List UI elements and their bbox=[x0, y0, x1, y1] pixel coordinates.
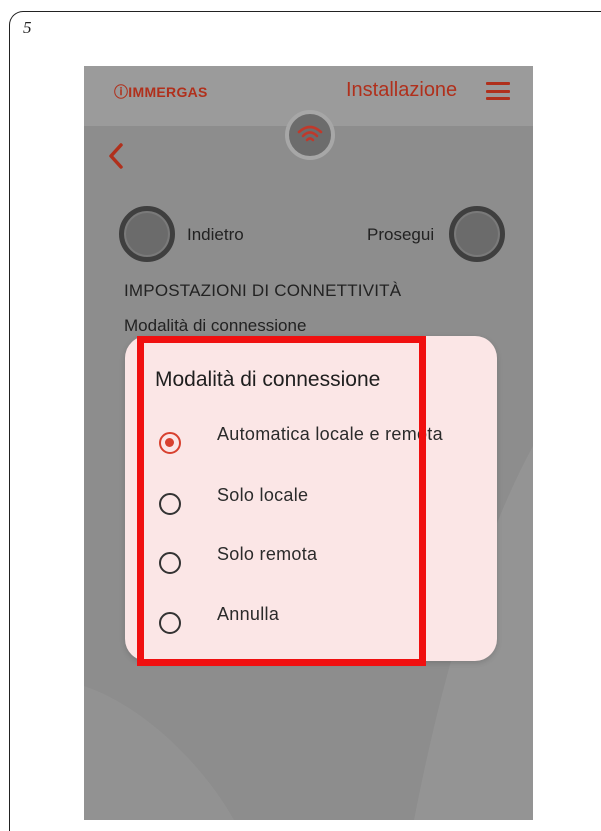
hamburger-icon[interactable] bbox=[486, 82, 510, 100]
next-label: Prosegui bbox=[367, 225, 435, 244]
connection-mode-field-label: Modalità di connessione bbox=[124, 316, 307, 335]
next-round-button[interactable] bbox=[449, 206, 505, 262]
highlight-annotation-box bbox=[137, 336, 426, 666]
immergas-logo: ⓘIMMERGAS bbox=[114, 84, 208, 100]
wifi-status-button[interactable] bbox=[285, 110, 335, 160]
back-round-button[interactable] bbox=[119, 206, 175, 262]
header-title: Installazione bbox=[346, 79, 458, 101]
back-label: Indietro bbox=[187, 225, 244, 244]
wifi-icon bbox=[297, 125, 323, 142]
chevron-left-icon[interactable] bbox=[106, 141, 126, 171]
page-number: 5 bbox=[23, 18, 32, 37]
section-title: IMPOSTAZIONI DI CONNETTIVITÀ bbox=[124, 281, 402, 300]
